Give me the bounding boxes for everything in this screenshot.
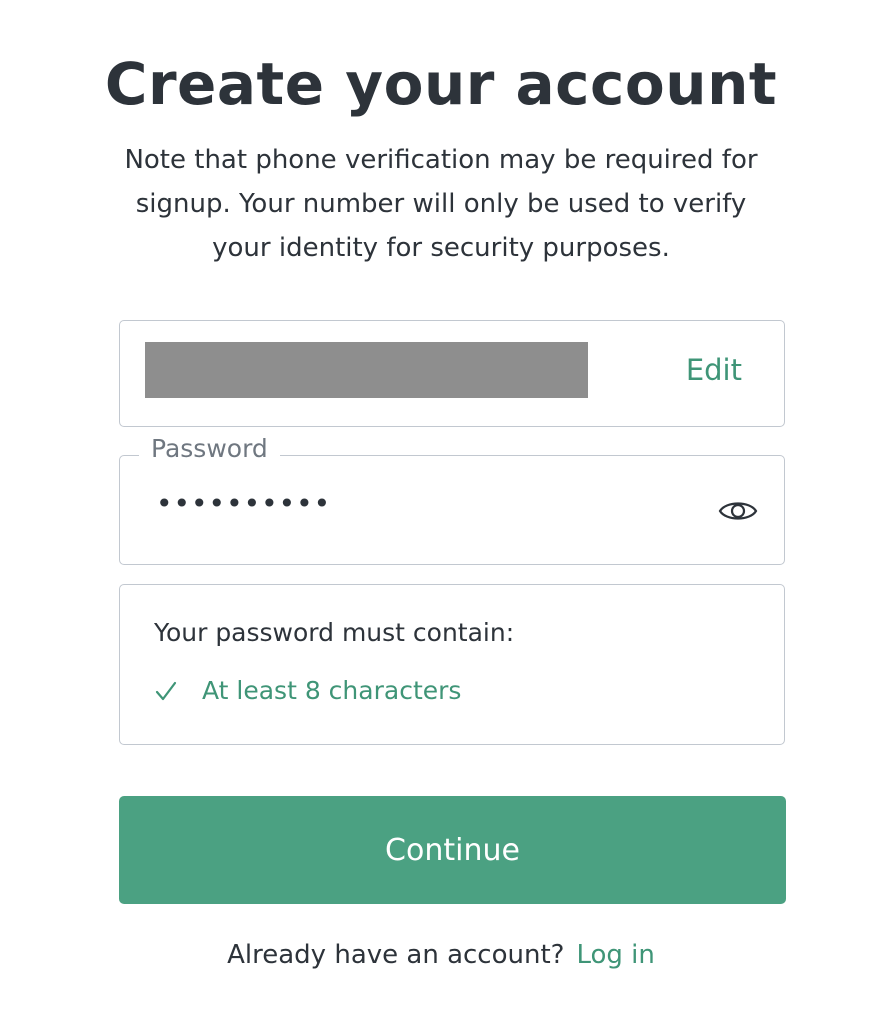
page-subtitle: Note that phone verification may be requ… (124, 145, 758, 263)
password-field-container: Password (119, 434, 785, 565)
requirement-item: At least 8 characters (154, 676, 461, 705)
password-input[interactable] (154, 486, 678, 521)
login-prompt-row: Already have an account? Log in (0, 940, 882, 970)
edit-email-link[interactable]: Edit (686, 353, 742, 387)
requirement-label: At least 8 characters (202, 676, 462, 705)
requirements-title: Your password must contain: (154, 618, 515, 647)
page-title: Create your account (104, 50, 778, 118)
email-field: Edit (119, 320, 785, 427)
login-prompt-text: Already have an account? (227, 940, 565, 970)
email-redacted-value (145, 342, 588, 398)
login-link[interactable]: Log in (576, 940, 654, 970)
eye-icon[interactable] (718, 494, 758, 528)
password-label: Password (139, 434, 280, 463)
continue-button[interactable]: Continue (119, 796, 786, 904)
password-requirements: Your password must contain: At least 8 c… (119, 584, 785, 745)
check-icon (155, 681, 177, 700)
signup-page: Create your account Note that phone veri… (0, 0, 882, 1024)
